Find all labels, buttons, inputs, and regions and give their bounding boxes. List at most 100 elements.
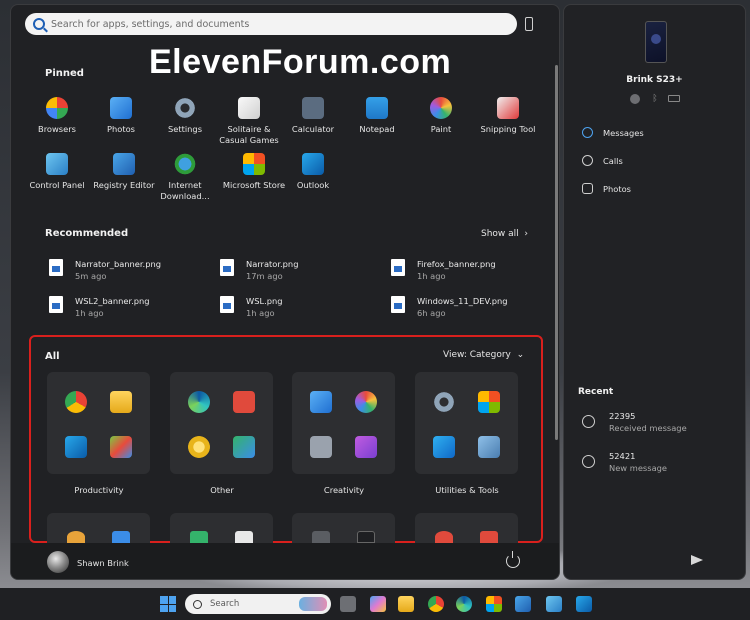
scrollbar[interactable]	[555, 65, 558, 440]
app-label: Browsers	[38, 124, 76, 134]
recommended-item[interactable]: Narrator_banner.png 5m ago	[49, 258, 161, 282]
outlook-icon[interactable]	[576, 596, 592, 612]
people-icon	[233, 436, 255, 458]
task-view-icon[interactable]	[340, 596, 356, 612]
image-file-icon	[391, 259, 405, 276]
pinned-app-registry-editor[interactable]: Registry Editor	[89, 153, 159, 191]
microsoft-store-icon	[243, 153, 265, 175]
photos-icon	[110, 97, 132, 119]
utilities-icon	[478, 436, 500, 458]
start-search-box[interactable]	[25, 13, 517, 35]
category-folder-partial[interactable]	[170, 513, 273, 543]
file-name: WSL2_banner.png	[75, 296, 150, 306]
search-input[interactable]	[51, 18, 491, 30]
category-folder-other[interactable]	[170, 372, 273, 474]
category-folder-utilities-tools[interactable]	[415, 372, 518, 474]
file-name: WSL.png	[246, 296, 283, 306]
category-folder-creativity[interactable]	[292, 372, 395, 474]
recommended-title: Recommended	[45, 228, 129, 239]
file-time: 6h ago	[417, 308, 446, 318]
category-folder-partial[interactable]	[415, 513, 518, 543]
file-explorer-icon[interactable]	[398, 596, 414, 612]
calculator-icon	[302, 97, 324, 119]
pinned-app-photos[interactable]: Photos	[89, 97, 153, 135]
solitaire-icon	[235, 531, 253, 543]
file-time: 1h ago	[246, 308, 275, 318]
file-name: Firefox_banner.png	[417, 259, 496, 269]
message-number: 22395	[609, 411, 636, 421]
file-name: Windows_11_DEV.png	[417, 296, 508, 306]
search-icon	[33, 18, 45, 30]
settings-icon	[433, 391, 455, 413]
taskbar-search-label: Search	[210, 599, 240, 609]
microsoft-store-icon	[478, 391, 500, 413]
paint-icon	[430, 97, 452, 119]
bluetooth-icon: ᛒ	[652, 94, 658, 104]
nav-label: Photos	[603, 183, 631, 194]
copilot-icon[interactable]	[370, 596, 386, 612]
recent-title: Recent	[578, 387, 614, 397]
app-label: Control Panel	[29, 180, 85, 190]
phone-nav-photos[interactable]: Photos	[582, 183, 631, 194]
paint-icon	[355, 391, 377, 413]
avatar[interactable]	[47, 551, 69, 573]
pinned-app-snipping-tool[interactable]: Snipping Tool	[473, 97, 543, 135]
taskbar-search[interactable]: Search	[185, 594, 331, 614]
search-icon	[193, 599, 202, 609]
recommended-item[interactable]: Windows_11_DEV.png 6h ago	[391, 295, 508, 319]
pinned-app-microsoft-store[interactable]: Microsoft Store	[217, 153, 291, 191]
recommended-item[interactable]: WSL2_banner.png 1h ago	[49, 295, 150, 319]
message-number: 52421	[609, 451, 636, 461]
app-label: Registry Editor	[93, 180, 155, 190]
recommended-item[interactable]: WSL.png 1h ago	[220, 295, 283, 319]
disconnect-icon[interactable]	[630, 94, 640, 104]
chrome-icon[interactable]	[428, 596, 444, 612]
app-label: Settings	[167, 124, 203, 134]
pinned-app-solitaire[interactable]: Solitaire & Casual Games	[217, 97, 281, 146]
taskbar: Search	[0, 588, 750, 620]
category-label: Other	[210, 485, 234, 495]
xbox-icon	[190, 531, 208, 543]
file-name: Narrator_banner.png	[75, 259, 161, 269]
user-name[interactable]: Shawn Brink	[77, 558, 129, 568]
pinned-app-paint[interactable]: Paint	[409, 97, 473, 135]
app-label: Microsoft Store	[222, 180, 286, 190]
phone-nav-messages[interactable]: Messages	[582, 127, 644, 138]
message-icon	[582, 415, 595, 428]
registry-editor-icon[interactable]	[515, 596, 531, 612]
category-folder-partial[interactable]	[292, 513, 395, 543]
device-name: Brink S23+	[626, 75, 683, 85]
watermark: ElevenForum.com	[149, 43, 452, 81]
microsoft-store-icon[interactable]	[486, 596, 502, 612]
pinned-app-outlook[interactable]: Outlook	[281, 153, 345, 191]
pinned-app-calculator[interactable]: Calculator	[281, 97, 345, 135]
nav-label: Calls	[603, 155, 623, 166]
pinned-title: Pinned	[45, 68, 84, 79]
pinned-app-browsers[interactable]: Browsers	[25, 97, 89, 135]
edge-icon[interactable]	[456, 596, 472, 612]
pinned-app-internet-download[interactable]: Internet Download...	[153, 153, 217, 202]
power-icon[interactable]	[506, 551, 520, 568]
terminal-icon	[312, 531, 330, 543]
phone-nav-calls[interactable]: Calls	[582, 155, 623, 166]
recommended-item[interactable]: Firefox_banner.png 1h ago	[391, 258, 496, 282]
outlook-icon	[302, 153, 324, 175]
category-folder-productivity[interactable]	[47, 372, 150, 474]
edge-can-icon	[188, 391, 210, 413]
pinned-app-settings[interactable]: Settings	[153, 97, 217, 135]
windows-start-icon[interactable]	[160, 596, 176, 612]
windows-tools-icon	[433, 436, 455, 458]
pinned-app-notepad[interactable]: Notepad	[345, 97, 409, 135]
category-folder-partial[interactable]	[47, 513, 150, 543]
recommended-item[interactable]: Narrator.png 17m ago	[220, 258, 298, 282]
nav-label: Messages	[603, 127, 644, 138]
show-all-button[interactable]: Show all ›	[481, 229, 528, 239]
view-category-dropdown[interactable]: View: Category ⌄	[443, 350, 524, 360]
phone-link-toggle-icon[interactable]	[523, 15, 535, 33]
notepad-icon	[366, 97, 388, 119]
chrome-icon	[65, 391, 87, 413]
app-icon[interactable]	[546, 596, 562, 612]
send-icon[interactable]	[691, 555, 703, 565]
pinned-app-control-panel[interactable]: Control Panel	[25, 153, 89, 191]
control-panel-icon	[46, 153, 68, 175]
